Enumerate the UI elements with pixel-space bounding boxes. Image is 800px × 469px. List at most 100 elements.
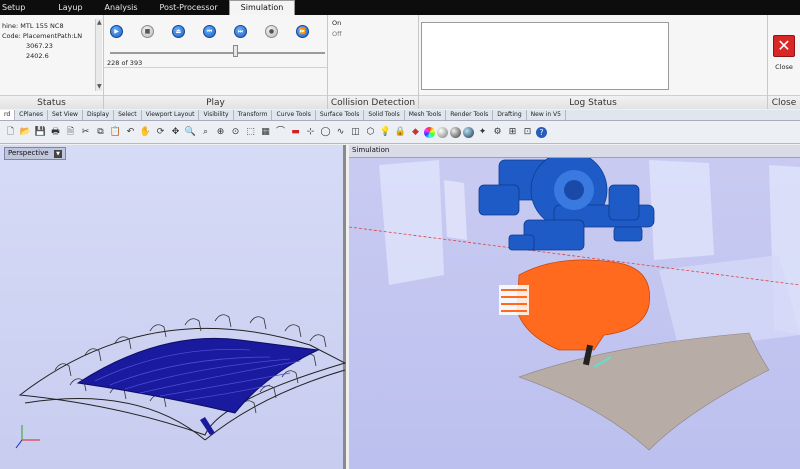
select-icon[interactable]: ⬡	[364, 126, 377, 139]
tool-tab-display[interactable]: Display	[83, 110, 115, 120]
help-icon[interactable]: ?	[536, 127, 547, 138]
ribbon-tab-bar: Setup Layup Analysis Post-Processor Simu…	[0, 0, 800, 15]
grey-sphere-icon[interactable]	[437, 127, 448, 138]
perspective-viewport-title[interactable]: Perspective ▼	[4, 147, 66, 160]
curve-icon[interactable]: ∿	[334, 126, 347, 139]
cut-icon[interactable]: ✂	[79, 126, 92, 139]
car-icon[interactable]: ▬	[289, 126, 302, 139]
zoom-window-icon[interactable]: ⌕	[199, 126, 212, 139]
tool-tab-solid-tools[interactable]: Solid Tools	[364, 110, 405, 120]
move-icon[interactable]: ✥	[169, 126, 182, 139]
play-group-label: Play	[104, 95, 327, 109]
viewport-menu-icon[interactable]: ▼	[54, 149, 62, 158]
tab-analysis[interactable]: Analysis	[94, 1, 149, 15]
snap-icon[interactable]: ⊞	[506, 126, 519, 139]
open-folder-icon[interactable]: 📂	[19, 126, 32, 139]
log-group-label: Log Status	[419, 95, 767, 109]
tool-tab-surface-tools[interactable]: Surface Tools	[316, 110, 365, 120]
pause-icon: ●	[268, 28, 275, 35]
stop-button[interactable]: ■	[141, 25, 154, 38]
zoom-icon[interactable]: 🔍	[184, 126, 197, 139]
material-icon[interactable]: ◆	[409, 126, 422, 139]
render-sphere-icon[interactable]	[463, 127, 474, 138]
color-wheel-icon[interactable]	[424, 127, 435, 138]
close-button-label: Close	[775, 63, 793, 71]
play-slider-track[interactable]	[110, 52, 325, 54]
status-group: hine: MTL 155 NC8 Code: PlacementPath:LN…	[0, 15, 104, 109]
tab-setup[interactable]: Setup	[0, 1, 47, 15]
play-divider	[104, 67, 327, 68]
tool-tab-standard[interactable]: rd	[0, 110, 16, 120]
view-icon[interactable]: ⬚	[244, 126, 257, 139]
fast-forward-button[interactable]: ⏩	[296, 25, 309, 38]
status-line-code: Code: PlacementPath:LN	[2, 32, 83, 40]
perspective-title-text: Perspective	[8, 149, 49, 157]
tool-tab-transform[interactable]: Transform	[234, 110, 273, 120]
collision-off-option[interactable]: Off	[332, 30, 342, 38]
close-button[interactable]: ✕	[773, 35, 795, 57]
status-list: hine: MTL 155 NC8 Code: PlacementPath:LN…	[2, 21, 94, 91]
status-group-label: Status	[0, 95, 103, 109]
new-file-icon[interactable]: 🗋	[4, 126, 17, 139]
print-icon[interactable]: 🖶	[49, 126, 62, 139]
tab-post-processor[interactable]: Post-Processor	[149, 1, 229, 15]
tool-tab-new-in-v5[interactable]: New in V5	[527, 110, 566, 120]
step-back-button[interactable]: ⏮	[203, 25, 216, 38]
eject-button[interactable]: ⏏	[172, 25, 185, 38]
play-icon: ▶	[114, 28, 119, 35]
tool-tab-curve-tools[interactable]: Curve Tools	[272, 110, 316, 120]
stop-icon: ■	[144, 28, 151, 35]
tool-tab-mesh-tools[interactable]: Mesh Tools	[405, 110, 447, 120]
tool-tab-viewport-layout[interactable]: Viewport Layout	[142, 110, 200, 120]
lock-icon[interactable]: 🔒	[394, 126, 407, 139]
undo-icon[interactable]: ↶	[124, 126, 137, 139]
layer-icon[interactable]: ◫	[349, 126, 362, 139]
simulation-ribbon: hine: MTL 155 NC8 Code: PlacementPath:LN…	[0, 15, 800, 109]
circle-icon[interactable]: ◯	[319, 126, 332, 139]
perspective-scene	[15, 314, 346, 449]
zoom-selected-icon[interactable]: ⊙	[229, 126, 242, 139]
play-slider-thumb[interactable]	[232, 45, 238, 57]
pause-button[interactable]: ●	[265, 25, 278, 38]
sweep-icon[interactable]: ⌒	[274, 126, 287, 139]
tab-layup[interactable]: Layup	[47, 1, 93, 15]
tool-tab-select[interactable]: Select	[114, 110, 142, 120]
pan-hand-icon[interactable]: ✋	[139, 126, 152, 139]
copy-icon[interactable]: ⧉	[94, 126, 107, 139]
tool-tab-set-view[interactable]: Set View	[48, 110, 83, 120]
selection-filter-icon[interactable]: ⊡	[521, 126, 534, 139]
tool-tab-drafting[interactable]: Drafting	[493, 110, 527, 120]
close-group: ✕ Close Close	[768, 15, 800, 109]
status-line-machine: hine: MTL 155 NC8	[2, 22, 64, 30]
perspective-viewport[interactable]: Perspective ▼	[0, 145, 346, 469]
bulb-icon[interactable]: 💡	[379, 126, 392, 139]
collision-on-option[interactable]: On	[332, 19, 341, 27]
tool-tab-cplanes[interactable]: CPlanes	[15, 110, 48, 120]
status-scrollbar[interactable]: ▲ ▼	[95, 19, 102, 91]
step-back-icon: ⏮	[206, 27, 213, 35]
properties-icon[interactable]: 🗎	[64, 126, 77, 139]
collision-group-label: Collision Detection	[328, 95, 418, 109]
scroll-down-icon[interactable]: ▼	[97, 84, 102, 90]
paste-icon[interactable]: 📋	[109, 126, 122, 139]
log-group: Log Status	[419, 15, 768, 109]
zoom-extents-icon[interactable]: ⊕	[214, 126, 227, 139]
log-status-box[interactable]	[421, 22, 669, 90]
play-controls: ▶ ■ ⏏ ⏮ ⏭ ● ⏩	[110, 25, 309, 38]
command-toolbar: 🗋 📂 💾 🖶 🗎 ✂ ⧉ 📋 ↶ ✋ ⟳ ✥ 🔍 ⌕ ⊕ ⊙ ⬚ ▦ ⌒ ▬ …	[0, 122, 800, 144]
step-forward-button[interactable]: ⏭	[234, 25, 247, 38]
light-icon[interactable]: ✦	[476, 126, 489, 139]
point-icon[interactable]: ⊹	[304, 126, 317, 139]
shaded-sphere-icon[interactable]	[450, 127, 461, 138]
play-button[interactable]: ▶	[110, 25, 123, 38]
grid-icon[interactable]: ▦	[259, 126, 272, 139]
tool-tab-render-tools[interactable]: Render Tools	[446, 110, 494, 120]
save-icon[interactable]: 💾	[34, 126, 47, 139]
options-icon[interactable]: ⚙	[491, 126, 504, 139]
tool-tab-visibility[interactable]: Visibility	[199, 110, 234, 120]
scroll-up-icon[interactable]: ▲	[97, 20, 102, 26]
rotate-icon[interactable]: ⟳	[154, 126, 167, 139]
eject-icon: ⏏	[175, 28, 182, 35]
simulation-viewport[interactable]: Simulation	[349, 145, 800, 469]
tab-simulation[interactable]: Simulation	[228, 0, 296, 15]
